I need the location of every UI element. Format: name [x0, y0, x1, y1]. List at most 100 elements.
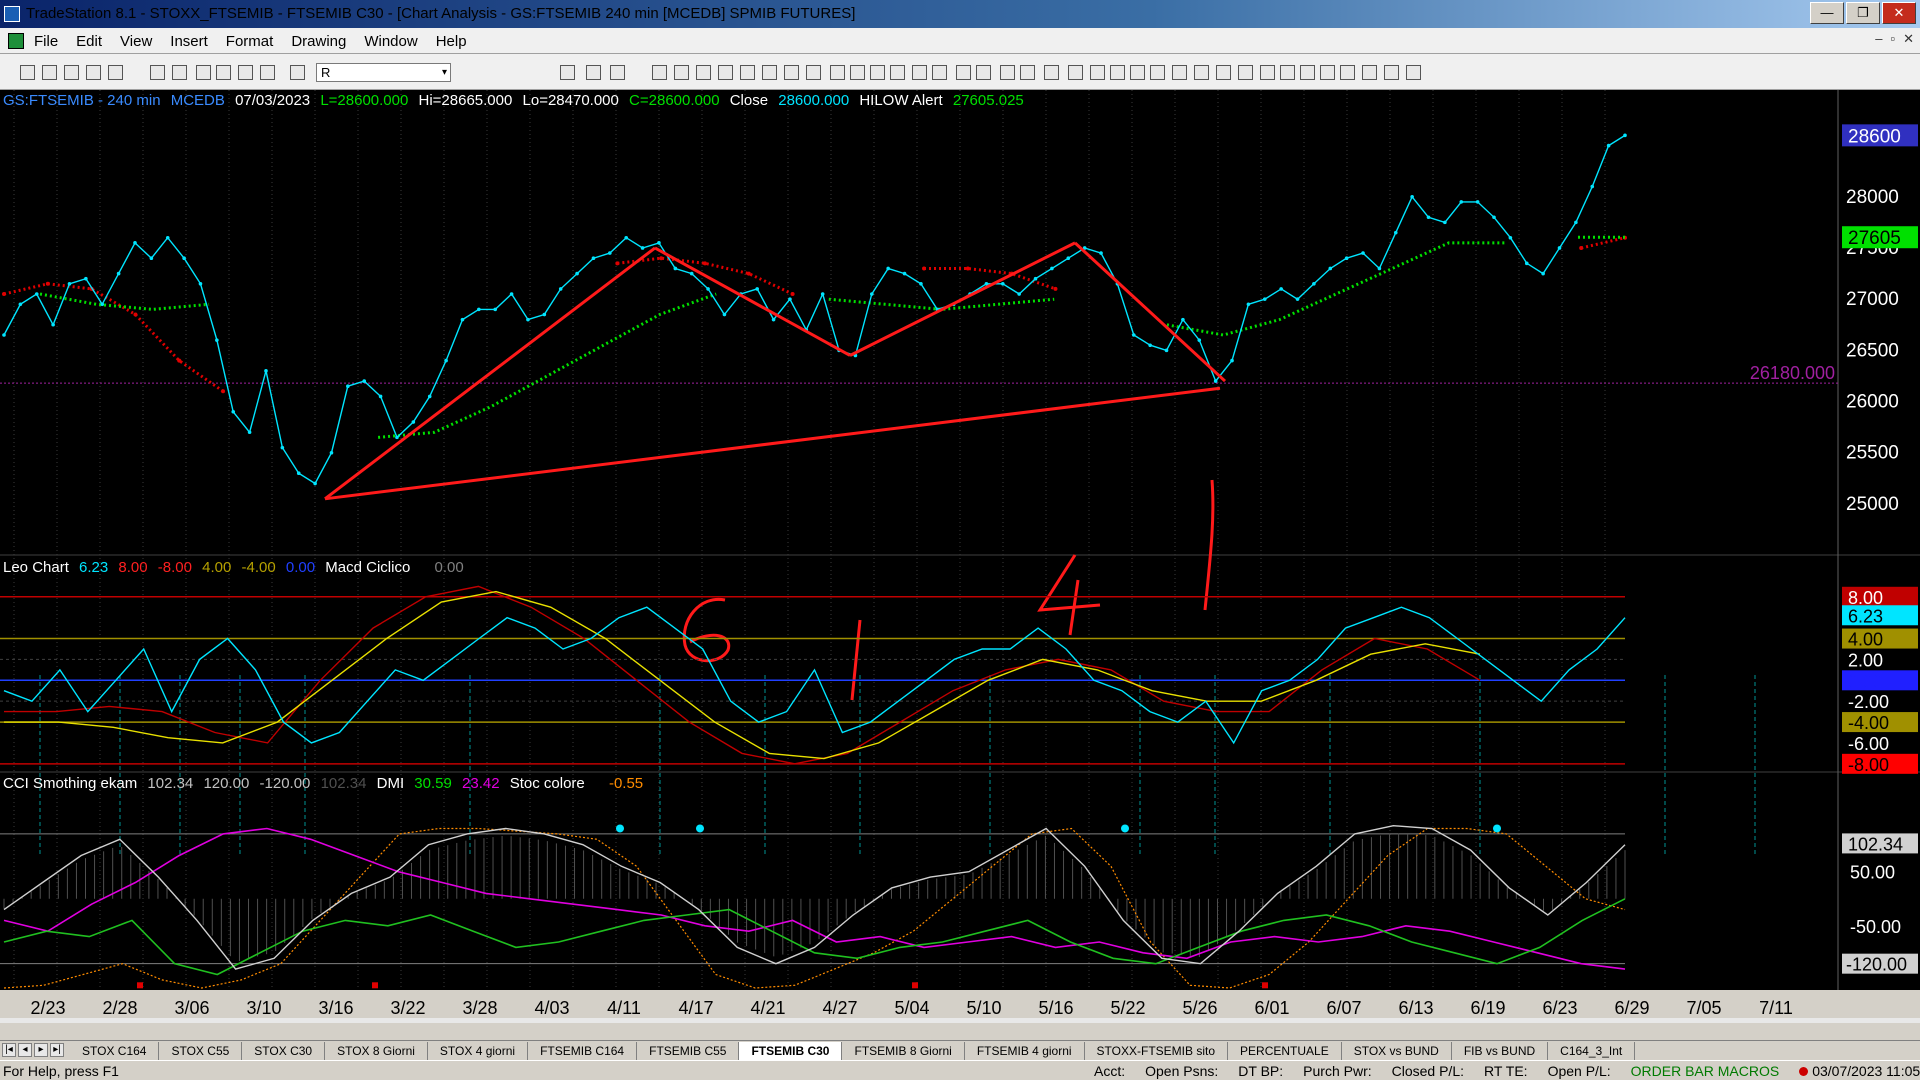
- lock-icon[interactable]: [196, 65, 211, 80]
- tab-item[interactable]: STOXX-FTSEMIB sito: [1085, 1042, 1229, 1060]
- refresh-icon[interactable]: [696, 65, 711, 80]
- bars-icon[interactable]: [850, 65, 865, 80]
- menu-insert[interactable]: Insert: [170, 33, 208, 50]
- parallel-icon[interactable]: [1216, 65, 1231, 80]
- window-icon[interactable]: [172, 65, 187, 80]
- tab-item[interactable]: STOX C164: [70, 1042, 160, 1060]
- hook-icon[interactable]: [1320, 65, 1335, 80]
- lines-icon[interactable]: [1090, 65, 1105, 80]
- order-bar-macros[interactable]: ORDER BAR MACROS: [1631, 1063, 1780, 1079]
- mdi-restore-button[interactable]: ▫: [1890, 31, 1895, 47]
- tab-item[interactable]: FIB vs BUND: [1452, 1042, 1549, 1060]
- data-icon[interactable]: [784, 65, 799, 80]
- minimize-button[interactable]: —: [1810, 2, 1844, 24]
- pointer-icon[interactable]: [932, 65, 947, 80]
- close-button[interactable]: ✕: [1882, 2, 1916, 24]
- cycle-icon[interactable]: [1150, 65, 1165, 80]
- menu-view[interactable]: View: [120, 33, 152, 50]
- text-icon[interactable]: [1406, 65, 1421, 80]
- menu-edit[interactable]: Edit: [76, 33, 102, 50]
- arrow-down-icon[interactable]: [1340, 65, 1355, 80]
- tab-last-button[interactable]: ▸|: [50, 1043, 64, 1057]
- price-point: [346, 384, 350, 388]
- window-tile-icon[interactable]: [718, 65, 733, 80]
- indicator-icon[interactable]: [1000, 65, 1015, 80]
- line-chart-icon[interactable]: [652, 65, 667, 80]
- close-name: Close: [729, 92, 769, 109]
- chart-document-icon[interactable]: [8, 33, 24, 49]
- symbol-input[interactable]: R ▾: [316, 63, 451, 82]
- speed-icon[interactable]: [1172, 65, 1187, 80]
- tab-item[interactable]: STOX 4 giorni: [428, 1042, 529, 1060]
- tab-item[interactable]: STOX C55: [159, 1042, 243, 1060]
- tab-item[interactable]: STOX vs BUND: [1342, 1042, 1452, 1060]
- chart-type-icon[interactable]: [830, 65, 845, 80]
- fan-icon[interactable]: [1130, 65, 1145, 80]
- wave-icon[interactable]: [674, 65, 689, 80]
- tab-item[interactable]: FTSEMIB 8 Giorni: [842, 1042, 965, 1060]
- menu-format[interactable]: Format: [226, 33, 274, 50]
- open-icon[interactable]: [42, 65, 57, 80]
- copy-icon[interactable]: [86, 65, 101, 80]
- restore-button[interactable]: ❐: [1846, 2, 1880, 24]
- calendar-icon[interactable]: [740, 65, 755, 80]
- format-icon[interactable]: [1020, 65, 1035, 80]
- title-bar[interactable]: TradeStation 8.1 - STOXX_FTSEMIB - FTSEM…: [0, 0, 1920, 28]
- tab-item[interactable]: FTSEMIB 4 giorni: [965, 1042, 1085, 1060]
- tab-next-button[interactable]: ▸: [34, 1043, 48, 1057]
- tab-item[interactable]: C164_3_Int: [1548, 1042, 1636, 1060]
- chevron-down-icon[interactable]: ▾: [442, 64, 447, 81]
- find-icon[interactable]: [560, 65, 575, 80]
- bar-chart-icon[interactable]: [586, 65, 601, 80]
- tab-item[interactable]: STOX C30: [242, 1042, 326, 1060]
- price-point: [1000, 282, 1005, 286]
- tab-prev-button[interactable]: ◂: [18, 1043, 32, 1057]
- candle-icon[interactable]: [610, 65, 625, 80]
- tools-icon[interactable]: [976, 65, 991, 80]
- stack-icon[interactable]: [762, 65, 777, 80]
- menu-window[interactable]: Window: [364, 33, 417, 50]
- arrows-icon[interactable]: [870, 65, 885, 80]
- rectangle-icon[interactable]: [1260, 65, 1275, 80]
- arrow-up-icon[interactable]: [1362, 65, 1377, 80]
- tab-item[interactable]: FTSEMIB C164: [528, 1042, 638, 1060]
- mdi-close-button[interactable]: ✕: [1903, 31, 1914, 47]
- tab-item[interactable]: FTSEMIB C55: [637, 1042, 740, 1060]
- save-icon[interactable]: [64, 65, 79, 80]
- grid-icon[interactable]: [806, 65, 821, 80]
- cut-icon[interactable]: [238, 65, 253, 80]
- new-icon[interactable]: [20, 65, 35, 80]
- paste-icon[interactable]: [260, 65, 275, 80]
- trend-icon[interactable]: [1194, 65, 1209, 80]
- fib-icon[interactable]: [1068, 65, 1083, 80]
- network-icon[interactable]: [290, 65, 305, 80]
- ellipse-icon[interactable]: [1384, 65, 1399, 80]
- tab-item[interactable]: FTSEMIB C30: [739, 1042, 843, 1060]
- dmi-green-line: [3, 898, 1626, 976]
- zoom-out-icon[interactable]: [912, 65, 927, 80]
- channel-icon[interactable]: [1110, 65, 1125, 80]
- tab-first-button[interactable]: |◂: [2, 1043, 16, 1057]
- arc-icon[interactable]: [1280, 65, 1295, 80]
- chart-analysis-window[interactable]: 2/23 2/28 3/06 3/10 3/16 3/22 3/28 4/03 4/11 4/17…: [0, 90, 1920, 1023]
- tab-item[interactable]: STOX 8 Giorni: [325, 1042, 428, 1060]
- cursor-icon[interactable]: [956, 65, 971, 80]
- print-icon[interactable]: [108, 65, 123, 80]
- mdi-minimize-button[interactable]: –: [1875, 31, 1882, 47]
- print-preview-icon[interactable]: [150, 65, 165, 80]
- rt-te-field: RT TE:: [1484, 1063, 1528, 1079]
- arrow-icon[interactable]: [1238, 65, 1253, 80]
- price-point: [247, 430, 252, 435]
- pen-icon[interactable]: [1300, 65, 1315, 80]
- time-axis-label: 5/22: [1110, 998, 1145, 1018]
- link-icon[interactable]: [216, 65, 231, 80]
- menu-file[interactable]: File: [34, 33, 58, 50]
- tab-item[interactable]: PERCENTUALE: [1228, 1042, 1342, 1060]
- zoom-in-icon[interactable]: [890, 65, 905, 80]
- menu-drawing[interactable]: Drawing: [291, 33, 346, 50]
- pencil-icon[interactable]: [1044, 65, 1059, 80]
- macd-name: Macd Ciclico: [325, 559, 411, 576]
- menu-help[interactable]: Help: [436, 33, 467, 50]
- tradestation-window: TradeStation 8.1 - STOXX_FTSEMIB - FTSEM…: [0, 0, 1920, 1080]
- chart-canvas[interactable]: 2/23 2/28 3/06 3/10 3/16 3/22 3/28 4/03 4/11 4/17…: [0, 90, 1920, 1023]
